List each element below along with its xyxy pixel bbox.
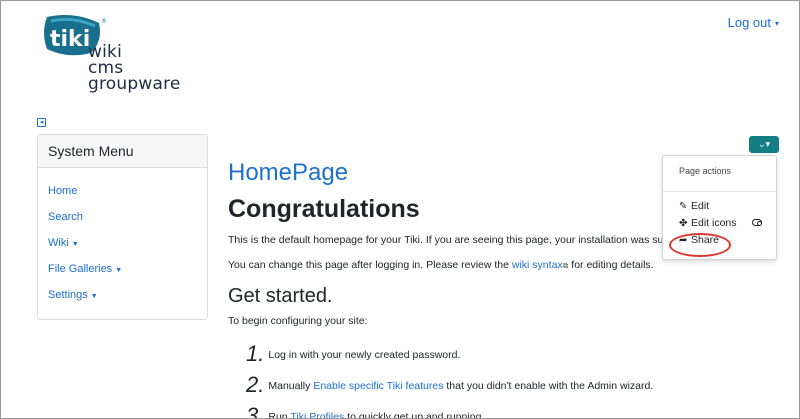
heading-congratulations: Congratulations [228,195,420,223]
sidebar-item-wiki[interactable]: Wiki ▼ [48,230,207,256]
heading-get-started: Get started. [228,285,333,307]
list-item: 2. Manually Enable specific Tiki features… [246,372,654,397]
system-menu-title: System Menu [38,135,207,168]
share-highlight-annotation [669,233,731,257]
change-text: You can change this page after logging i… [228,259,654,271]
logout-menu[interactable]: Log out ▾ [728,15,779,30]
list-item: 3. Run Tiki Profiles to quickly get up an… [246,403,484,418]
system-menu: System Menu Home Search Wiki ▼ File Galle… [37,134,208,320]
divider [663,191,776,192]
chevron-down-icon: ▼ [115,267,123,274]
page-title[interactable]: HomePage [228,159,348,187]
sidebar-item-file-galleries[interactable]: File Galleries ▼ [48,256,207,282]
tiki-logo[interactable]: tiki ® wiki cms groupware [39,13,199,105]
wiki-syntax-link[interactable]: wiki syntax [512,259,563,271]
page-actions-header: Page actions [679,166,732,176]
configure-text: To begin configuring your site: [228,315,368,327]
puzzle-icon: ✤ [679,218,688,229]
browser-frame: tiki ® wiki cms groupware Log out ▾ ◂ Sys… [0,0,800,419]
sidebar-item-search[interactable]: Search [48,204,207,230]
svg-text:tiki: tiki [50,27,90,52]
svg-text:®: ® [101,18,107,25]
page-actions-button[interactable]: ⌄▾ [749,136,779,153]
sidebar-item-home[interactable]: Home [48,178,207,204]
chevron-down-icon: ▼ [90,293,98,300]
menu-item-edit[interactable]: ✎ Edit [663,198,776,215]
intro-text: This is the default homepage for your Ti… [228,234,664,246]
edit-icon: ✎ [679,201,688,212]
chevron-down-icon: ⌄▾ [757,139,771,149]
toggle-icon[interactable] [752,219,762,226]
chevron-down-icon: ▼ [71,241,79,248]
collapse-column-icon[interactable]: ◂ [37,118,46,127]
list-item: 1. Log in with your newly created passwor… [246,341,461,366]
menu-item-edit-icons[interactable]: ✤ Edit icons [663,215,776,232]
sidebar-item-settings[interactable]: Settings ▼ [48,282,207,308]
logo-wordmark: wiki cms groupware [88,44,181,94]
enable-features-link[interactable]: Enable specific Tiki features [313,380,443,392]
chevron-down-icon: ▾ [774,19,779,29]
tiki-profiles-link[interactable]: Tiki Profiles [290,411,344,418]
logout-label: Log out [727,15,771,30]
logo-line-groupware: groupware [88,74,181,94]
